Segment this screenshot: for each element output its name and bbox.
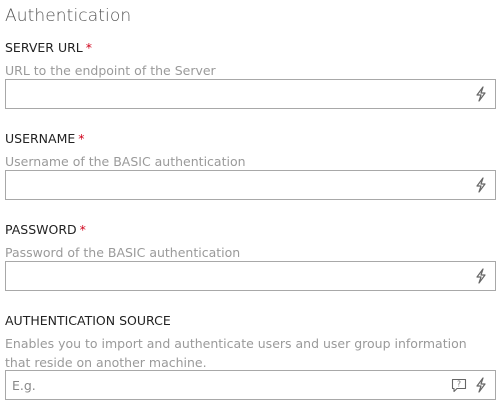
required-marker: * [79, 222, 86, 237]
field-authentication-source: AUTHENTICATION SOURCE Enables you to imp… [5, 313, 496, 400]
lightning-icon[interactable] [473, 177, 489, 193]
field-label: PASSWORD * [5, 222, 496, 238]
field-label: AUTHENTICATION SOURCE [5, 313, 496, 329]
field-description: Username of the BASIC authentication [5, 154, 246, 169]
svg-text:?: ? [457, 380, 461, 389]
authentication-source-input[interactable] [12, 371, 422, 399]
authentication-form: Authentication SERVER URL * URL to the en… [0, 0, 501, 407]
lightning-icon[interactable] [473, 268, 489, 284]
username-input-box[interactable] [5, 170, 496, 200]
field-label-text: PASSWORD [5, 222, 77, 237]
username-input[interactable] [12, 171, 442, 199]
lightning-icon[interactable] [473, 86, 489, 102]
help-bubble-icon[interactable]: ? [451, 377, 467, 393]
field-label: SERVER URL * [5, 40, 496, 56]
server-url-input[interactable] [12, 80, 442, 108]
password-input[interactable] [12, 262, 442, 290]
field-description: Enables you to import and authenticate u… [5, 336, 467, 370]
field-description: Password of the BASIC authentication [5, 245, 241, 260]
field-label-text: USERNAME [5, 131, 76, 146]
server-url-input-box[interactable] [5, 79, 496, 109]
field-username: USERNAME * Username of the BASIC authenti… [5, 131, 496, 200]
field-label-text: AUTHENTICATION SOURCE [5, 313, 171, 328]
field-description: URL to the endpoint of the Server [5, 63, 216, 78]
field-label-text: SERVER URL [5, 40, 83, 55]
password-input-box[interactable] [5, 261, 496, 291]
required-marker: * [85, 40, 92, 55]
section-title: Authentication [5, 6, 132, 26]
authentication-source-input-box[interactable]: ? [5, 370, 496, 400]
field-label: USERNAME * [5, 131, 496, 147]
required-marker: * [78, 131, 85, 146]
field-server-url: SERVER URL * URL to the endpoint of the S… [5, 40, 496, 109]
field-password: PASSWORD * Password of the BASIC authenti… [5, 222, 496, 291]
lightning-icon[interactable] [473, 377, 489, 393]
